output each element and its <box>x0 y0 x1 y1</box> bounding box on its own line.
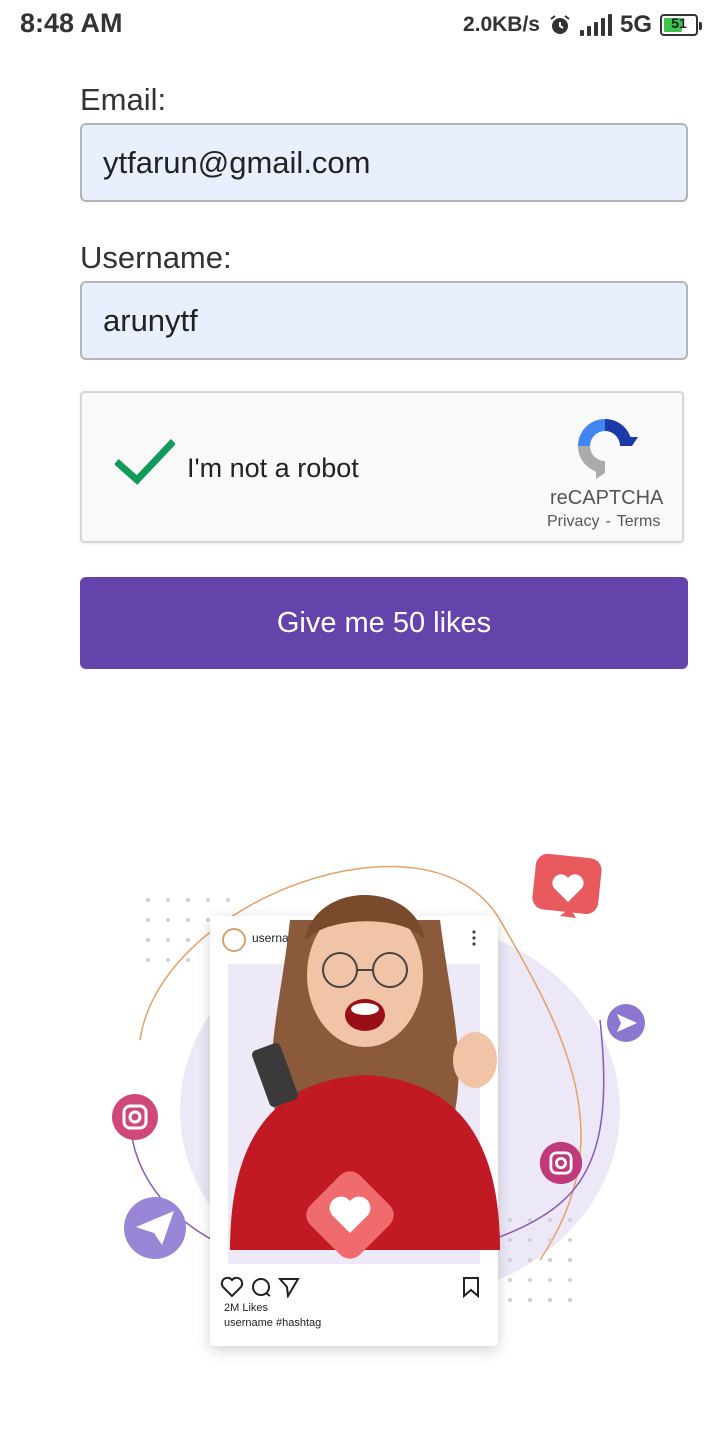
recaptcha-brand: reCAPTCHA <box>550 487 664 509</box>
bookmark-icon <box>463 1277 479 1298</box>
heart-outline-icon <box>220 1276 244 1298</box>
signal-icon <box>579 14 612 36</box>
instagram-icon <box>112 1094 158 1140</box>
share-icon <box>278 1278 300 1298</box>
recaptcha-links: Privacy - Terms <box>547 513 660 531</box>
status-bar: 8:48 AM 2.0KB/s 5G 51 <box>0 0 720 50</box>
email-label: Email: <box>80 82 167 117</box>
recaptcha-widget[interactable]: I'm not a robot reCAPTCHA Privacy - Term… <box>80 391 684 543</box>
status-indicators: 2.0KB/s 5G 51 <box>462 10 702 40</box>
privacy-link[interactable]: Privacy <box>547 513 599 531</box>
heart-bubble-large-icon <box>306 1171 394 1259</box>
battery-icon: 51 <box>660 14 702 36</box>
give-likes-button[interactable]: Give me 50 likes <box>80 577 688 669</box>
send-icon <box>124 1197 186 1259</box>
post-likes: 2M Likes <box>224 1302 269 1314</box>
checkmark-icon[interactable] <box>115 438 175 488</box>
username-label: Username: <box>80 240 232 275</box>
comment-icon <box>252 1278 271 1297</box>
network-speed: 2.0KB/s <box>462 13 540 36</box>
recaptcha-label: I'm not a robot <box>187 453 359 483</box>
post-caption: username #hashtag <box>224 1317 322 1329</box>
send-icon-small <box>607 1004 645 1042</box>
email-field[interactable]: ytfarun@gmail.com <box>80 123 688 202</box>
post-actions <box>220 1276 300 1298</box>
recaptcha-logo-icon <box>578 419 638 479</box>
link-separator: - <box>605 513 611 530</box>
network-type: 5G <box>619 11 652 38</box>
username-field[interactable]: arunytf <box>80 281 688 360</box>
status-time: 8:48 AM <box>20 8 123 38</box>
terms-link[interactable]: Terms <box>617 513 661 531</box>
alarm-icon <box>550 15 570 34</box>
instagram-icon-2 <box>539 1141 583 1185</box>
battery-level: 51 <box>671 15 687 31</box>
heart-bubble-icon <box>532 853 602 918</box>
hero-illustration: usernam 2M Likes username #hashtag <box>100 840 660 1360</box>
